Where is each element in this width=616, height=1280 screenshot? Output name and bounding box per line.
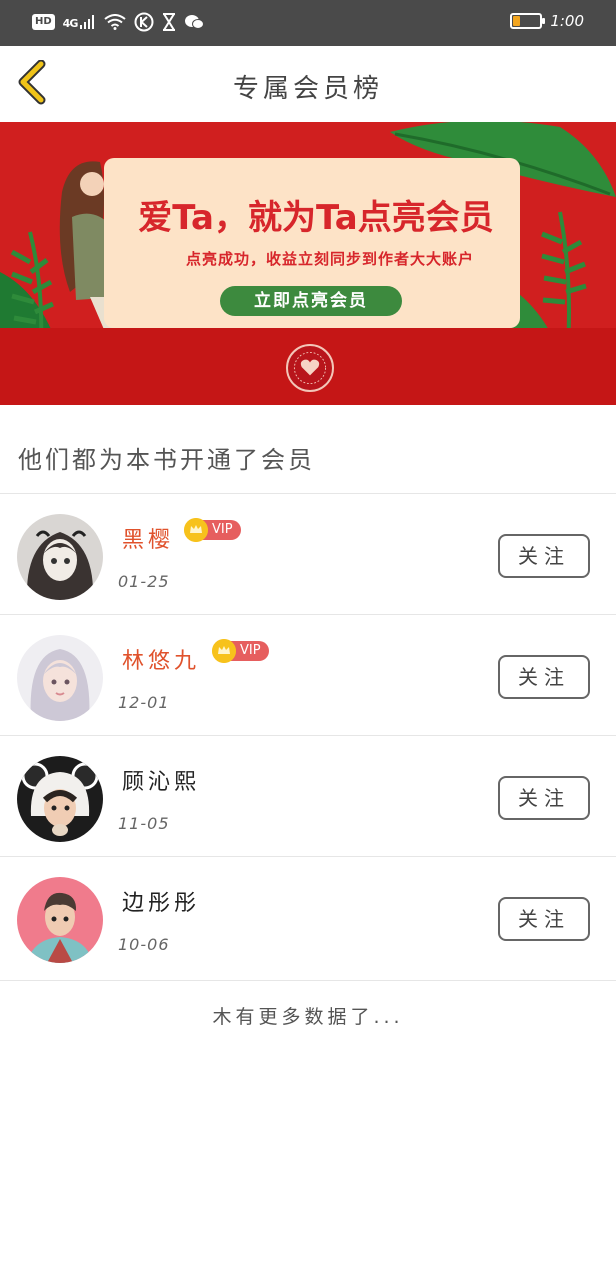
member-row[interactable]: 林悠九 VIP 12-01 关注 <box>0 614 616 735</box>
hd-icon: HD <box>32 14 55 30</box>
list-divider <box>0 980 616 981</box>
vip-badge: VIP <box>212 639 269 663</box>
follow-button[interactable]: 关注 <box>498 655 590 699</box>
banner-headline: 爱Ta，就为Ta点亮会员 <box>138 198 494 238</box>
avatar[interactable] <box>17 756 103 842</box>
battery-level <box>513 16 521 26</box>
status-bar-right: 1:00 <box>510 12 584 30</box>
wechat-icon <box>185 15 205 29</box>
member-name: 顾沁熙 <box>122 770 201 795</box>
member-row[interactable]: 顾沁熙 11-05 关注 <box>0 735 616 856</box>
k-icon <box>134 12 154 32</box>
heart-seal-icon <box>286 344 334 392</box>
member-list: 黑樱 VIP 01-25 关注 林悠九 VIP 12-01 关注 顾沁熙 11-… <box>0 493 616 977</box>
clock: 1:00 <box>550 12 584 30</box>
banner-subtext: 点亮成功，收益立刻同步到作者大大账户 <box>185 250 474 268</box>
member-row[interactable]: 黑樱 VIP 01-25 关注 <box>0 493 616 614</box>
avatar-image-boy-pink-background <box>17 877 103 963</box>
follow-button[interactable]: 关注 <box>498 534 590 578</box>
avatar-image-anime-girl <box>17 514 103 600</box>
battery-icon <box>510 13 546 29</box>
avatar-image-silver-hair-girl <box>17 635 103 721</box>
follow-button[interactable]: 关注 <box>498 776 590 820</box>
status-bar: HD 4G 1:00 <box>0 0 616 46</box>
page-title: 专属会员榜 <box>232 74 383 104</box>
member-date: 12-01 <box>118 693 170 712</box>
hourglass-icon <box>163 13 176 31</box>
status-bar-left: HD 4G <box>32 12 205 32</box>
member-name: 边彤彤 <box>122 891 201 916</box>
follow-button[interactable]: 关注 <box>498 897 590 941</box>
wifi-icon <box>104 14 126 30</box>
header-bar: 专属会员榜 <box>0 46 616 122</box>
member-name: 黑樱 <box>122 528 175 553</box>
avatar-image-panda-hat-boy <box>17 756 103 842</box>
crown-icon <box>212 639 236 663</box>
member-date: 01-25 <box>118 572 170 591</box>
avatar[interactable] <box>17 635 103 721</box>
section-title: 他们都为本书开通了会员 <box>18 446 315 474</box>
signal-icon: 4G <box>62 14 97 30</box>
member-row[interactable]: 边彤彤 10-06 关注 <box>0 856 616 977</box>
avatar[interactable] <box>17 877 103 963</box>
promo-banner[interactable]: 爱Ta，就为Ta点亮会员 点亮成功，收益立刻同步到作者大大账户 立即点亮会员 <box>0 122 616 405</box>
signal-label: 4G <box>62 16 79 30</box>
no-more-data-text: 木有更多数据了... <box>212 1006 404 1028</box>
signal-bars <box>80 14 95 29</box>
avatar[interactable] <box>17 514 103 600</box>
member-name: 林悠九 <box>122 649 201 674</box>
light-up-vip-button[interactable]: 立即点亮会员 <box>220 286 402 316</box>
crown-icon <box>184 518 208 542</box>
member-date: 10-06 <box>118 935 170 954</box>
member-date: 11-05 <box>118 814 170 833</box>
vip-badge: VIP <box>184 518 241 542</box>
